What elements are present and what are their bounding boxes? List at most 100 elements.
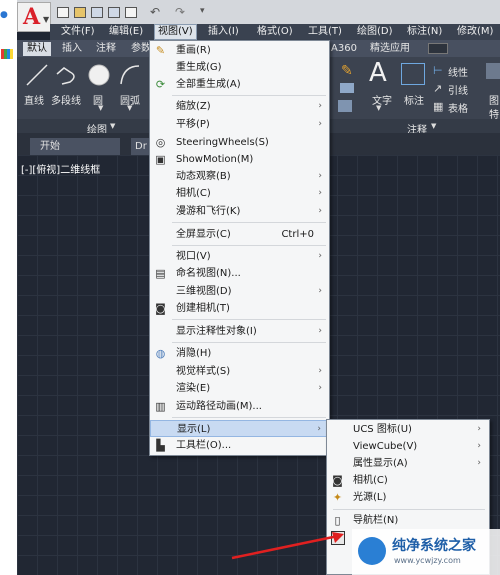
menu-item-motion-path[interactable]: ▥ 运动路径动画(M)... <box>150 398 328 415</box>
submenu-item-attribute-display[interactable]: 属性显示(A) › <box>327 455 487 472</box>
chevron-down-icon[interactable]: ▼ <box>431 122 436 130</box>
menu-item-steeringwheels[interactable]: ◎ SteeringWheels(S) <box>150 134 328 151</box>
redo-icon[interactable]: ↷ <box>175 5 185 19</box>
submenu-arrow-icon: › <box>477 424 481 434</box>
menu-item-orbit[interactable]: 动态观察(B) › <box>150 168 328 185</box>
menu-item-camera[interactable]: 相机(C) › <box>150 185 328 202</box>
ribbon-tab-annotate[interactable]: 注释 <box>96 42 116 56</box>
menu-modify[interactable]: 修改(M) <box>454 25 496 39</box>
save-as-icon[interactable] <box>108 7 120 18</box>
chevron-down-icon[interactable]: ▼ <box>376 104 381 112</box>
quick-access-dropdown-icon[interactable]: ▾ <box>200 6 205 16</box>
menu-item-walk-fly[interactable]: 漫游和飞行(K) › <box>150 203 328 220</box>
menu-item-toolbars[interactable]: ▙ 工具栏(O)... <box>150 437 328 454</box>
linear-dimension-icon[interactable]: ⊢ <box>433 64 443 77</box>
colored-tiles-icon <box>1 49 13 59</box>
watermark-text: 纯净系统之家 <box>392 538 476 554</box>
menu-item-pan[interactable]: 平移(P) › <box>150 116 328 133</box>
submenu-arrow-icon: › <box>318 366 322 376</box>
line-tool-icon[interactable] <box>24 62 50 88</box>
paintbrush-icon[interactable]: ✎ <box>341 63 353 79</box>
menu-item-label: 消隐(H) <box>176 348 212 359</box>
layer-properties-icon[interactable] <box>486 63 500 79</box>
menu-item-label: 动态观察(B) <box>176 171 231 182</box>
menu-item-visual-styles[interactable]: 视觉样式(S) › <box>150 363 328 380</box>
chevron-down-icon[interactable]: ▼ <box>127 104 132 112</box>
submenu-item-viewcube[interactable]: ViewCube(V) › <box>327 438 487 455</box>
menu-item-named-views[interactable]: ▤ 命名视图(N)... <box>150 265 328 282</box>
menu-edit[interactable]: 编辑(E) <box>106 25 146 39</box>
print-icon[interactable] <box>125 7 137 18</box>
menu-item-regen[interactable]: 重生成(G) <box>150 59 328 76</box>
menu-item-showmotion[interactable]: ▣ ShowMotion(M) <box>150 151 328 168</box>
leader-icon[interactable]: ↗ <box>433 82 442 95</box>
partial-label-2: 特 <box>489 110 499 121</box>
ribbon-tab-parametric[interactable]: 参数 <box>131 42 151 56</box>
new-file-icon[interactable] <box>57 7 69 18</box>
partial-label-1: 图 <box>489 96 499 107</box>
undo-icon[interactable]: ↶ <box>150 5 160 19</box>
toolbar-icon: ▙ <box>156 439 165 452</box>
menu-separator <box>172 319 326 320</box>
menu-item-display[interactable]: 显示(L) › <box>150 420 328 437</box>
menu-item-fullscreen[interactable]: 全屏显示(C) Ctrl+0 <box>150 226 328 243</box>
submenu-item-camera[interactable]: ◙ 相机(C) <box>327 472 487 489</box>
ribbon-tab-a360[interactable]: A360 <box>331 42 357 56</box>
tab-start[interactable]: 开始 <box>30 138 120 155</box>
menu-item-label: 视觉样式(S) <box>176 366 231 377</box>
ribbon-tab-default[interactable]: 默认 <box>23 42 51 56</box>
menu-view[interactable]: 视图(V) <box>154 24 197 40</box>
motion-path-icon: ▥ <box>155 400 166 413</box>
annot-table-label[interactable]: 表格 <box>448 100 468 115</box>
menu-format[interactable]: 格式(O) <box>254 25 296 39</box>
ribbon-tab-featured-apps[interactable]: 精选应用 <box>370 42 410 56</box>
menu-tools[interactable]: 工具(T) <box>305 25 345 39</box>
red-arrow-annotation <box>231 532 344 560</box>
chevron-down-icon[interactable]: ▼ <box>110 122 115 130</box>
viewport-controls-label[interactable]: [-][俯视]二维线框 <box>21 161 100 176</box>
annot-leader-label[interactable]: 引线 <box>448 82 468 97</box>
camera-icon: ◙ <box>332 474 343 487</box>
menu-item-hide[interactable]: ◍ 消隐(H) <box>150 345 328 362</box>
menu-item-zoom[interactable]: 缩放(Z) › <box>150 98 328 115</box>
menu-file[interactable]: 文件(F) <box>58 25 98 39</box>
layer-icon[interactable] <box>340 83 354 93</box>
menu-item-redraw[interactable]: ✎ 重画(R) <box>150 42 328 59</box>
menu-item-3d-views[interactable]: 三维视图(D) › <box>150 283 328 300</box>
submenu-arrow-icon: › <box>318 101 322 111</box>
dimension-tool-icon[interactable] <box>401 63 425 85</box>
polyline-tool-icon[interactable] <box>54 62 80 88</box>
application-menu-button[interactable]: A ▼ <box>17 2 51 32</box>
group-icon[interactable] <box>338 100 352 112</box>
open-file-icon[interactable] <box>74 7 86 18</box>
menu-item-render[interactable]: 渲染(E) › <box>150 380 328 397</box>
arc-tool-icon[interactable] <box>117 62 143 88</box>
draw-polyline-label: 多段线 <box>51 96 81 107</box>
submenu-item-navbar[interactable]: ▯ 导航栏(N) <box>327 512 487 529</box>
menu-item-label: 平移(P) <box>176 119 210 130</box>
annot-linear-label[interactable]: 线性 <box>448 64 468 79</box>
chevron-down-icon[interactable]: ▼ <box>98 104 103 112</box>
submenu-item-ucs-icon[interactable]: UCS 图标(U) › <box>327 421 487 438</box>
menu-item-create-camera[interactable]: ◙ 创建相机(T) <box>150 300 328 317</box>
watermark-logo-icon <box>358 537 386 565</box>
text-tool-icon[interactable]: A <box>369 58 387 88</box>
menu-item-label: 渲染(E) <box>176 383 211 394</box>
menu-item-regen-all[interactable]: ⟳ 全部重生成(A) <box>150 76 328 93</box>
menu-item-viewports[interactable]: 视口(V) › <box>150 248 328 265</box>
menu-item-label: 漫游和飞行(K) <box>176 206 241 217</box>
save-icon[interactable] <box>91 7 103 18</box>
menu-item-label: 创建相机(T) <box>176 303 230 314</box>
menu-item-label: 三维视图(D) <box>176 286 232 297</box>
table-icon[interactable]: ▦ <box>433 100 443 113</box>
submenu-item-lights[interactable]: ✦ 光源(L) <box>327 489 487 506</box>
circle-tool-icon[interactable] <box>86 62 112 88</box>
menu-draw[interactable]: 绘图(D) <box>354 25 396 39</box>
ribbon-options-icon[interactable] <box>428 43 448 54</box>
menu-insert[interactable]: 插入(I) <box>205 25 242 39</box>
ribbon-tab-insert[interactable]: 插入 <box>62 42 82 56</box>
menu-item-annotation-objects[interactable]: 显示注释性对象(I) › <box>150 323 328 340</box>
submenu-arrow-icon: › <box>318 383 322 393</box>
menu-dimension[interactable]: 标注(N) <box>404 25 445 39</box>
menu-item-label: 相机(C) <box>176 188 211 199</box>
